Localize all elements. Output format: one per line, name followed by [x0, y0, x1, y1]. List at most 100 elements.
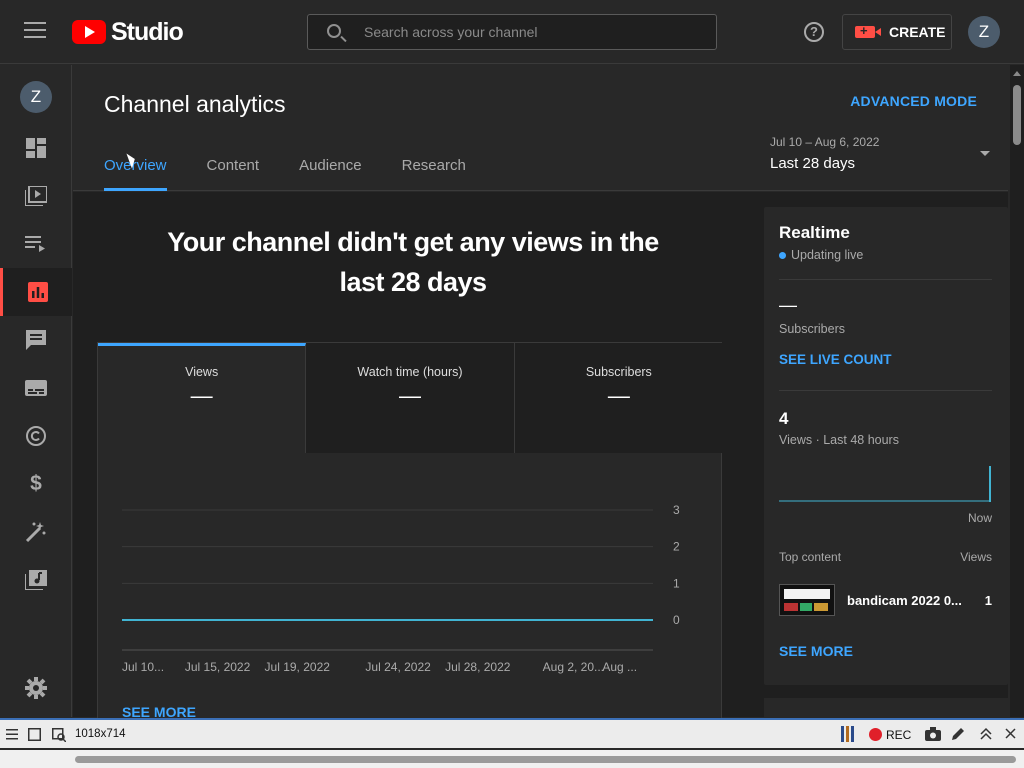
sidebar-item-customization[interactable] — [0, 508, 72, 556]
date-range-picker[interactable]: Jul 10 – Aug 6, 2022 Last 28 days — [770, 135, 990, 172]
metrics-card: Views — Watch time (hours) — Subscribers… — [97, 342, 723, 722]
x-tick-label: Jul 19, 2022 — [265, 660, 331, 674]
top-video-views: 1 — [984, 593, 992, 608]
see-live-count-button[interactable]: SEE LIVE COUNT — [779, 352, 892, 367]
subtitles-icon — [25, 380, 47, 396]
vertical-scrollbar[interactable] — [1010, 65, 1024, 717]
record-icon[interactable] — [869, 728, 882, 741]
overview-panel: Your channel didn't get any views in the… — [73, 192, 749, 722]
metric-label: Watch time (hours) — [357, 365, 463, 379]
recorder-toolbar: 1018x714 REC — [0, 718, 1024, 748]
x-tick-label: Jul 15, 2022 — [185, 660, 251, 674]
top-content-label: Top content — [779, 550, 842, 564]
sidebar-item-settings[interactable] — [0, 664, 72, 712]
views-line-chart: 3 2 1 0 Jul 10... Jul 15, 2022 Jul 19, 2022 Jul… — [122, 503, 680, 674]
realtime-card: Realtime Updating live — Subscribers SEE… — [764, 207, 1008, 685]
scrollbar-thumb[interactable] — [1013, 85, 1021, 145]
scroll-up-icon[interactable] — [1013, 71, 1021, 76]
playlists-icon — [25, 236, 45, 252]
record-label[interactable]: REC — [886, 728, 911, 742]
pencil-icon[interactable] — [951, 727, 965, 741]
analytics-tabs: Overview Content Audience Research — [104, 157, 506, 191]
mini-chart-bar — [989, 466, 991, 502]
page-title: Channel analytics — [104, 91, 286, 117]
metric-tab-watch-time[interactable]: Watch time (hours) — — [306, 343, 515, 453]
divider — [779, 390, 992, 391]
studio-logo[interactable]: Studio — [72, 17, 184, 46]
divider — [779, 279, 992, 280]
x-tick-label: Jul 24, 2022 — [365, 660, 431, 674]
sidebar-item-analytics[interactable] — [0, 268, 72, 316]
dropdown-arrow-icon — [980, 151, 990, 156]
metric-label: Subscribers — [585, 365, 652, 379]
tab-content[interactable]: Content — [207, 157, 260, 191]
close-icon[interactable] — [1005, 728, 1016, 739]
next-card — [764, 698, 1008, 718]
content-icon — [25, 186, 47, 206]
menu-icon[interactable] — [24, 22, 46, 40]
y-tick-label: 2 — [673, 540, 680, 554]
headline-line-2: last 28 days — [339, 267, 487, 297]
analytics-header: Channel analytics ADVANCED MODE Overview… — [73, 65, 1008, 191]
metric-tab-subscribers[interactable]: Subscribers — — [514, 343, 723, 453]
sidebar: Z $ — [0, 65, 72, 717]
top-video-title[interactable]: bandicam 2022 0... — [847, 593, 962, 608]
top-content-views-header: Views — [960, 550, 992, 564]
help-icon[interactable]: ? — [804, 22, 824, 42]
sidebar-item-earn[interactable]: $ — [0, 460, 72, 508]
metric-label: Views — [185, 365, 219, 379]
realtime-status-text: Updating live — [791, 248, 864, 262]
create-video-icon — [855, 23, 881, 38]
sidebar-item-playlists[interactable] — [0, 220, 72, 268]
tab-research[interactable]: Research — [402, 157, 466, 191]
sidebar-item-comments[interactable] — [0, 316, 72, 364]
realtime-subscribers-label: Subscribers — [779, 322, 845, 336]
channel-avatar[interactable]: Z — [20, 81, 52, 113]
collapse-icon[interactable] — [980, 727, 992, 741]
sidebar-item-copyright[interactable] — [0, 412, 72, 460]
realtime-status: Updating live — [779, 248, 863, 262]
realtime-views-chart — [779, 466, 991, 502]
tab-audience[interactable]: Audience — [299, 157, 362, 191]
sidebar-item-audio-library[interactable] — [0, 556, 72, 604]
sidebar-item-subtitles[interactable] — [0, 364, 72, 412]
horizontal-scrollbar[interactable] — [0, 750, 1024, 768]
horizontal-scrollbar-thumb[interactable] — [75, 756, 1016, 763]
realtime-title: Realtime — [779, 223, 850, 242]
y-tick-label: 0 — [673, 613, 680, 627]
region-select-icon[interactable] — [52, 728, 66, 742]
brand-name: Studio — [111, 17, 184, 46]
earn-icon: $ — [30, 472, 42, 495]
fullscreen-icon[interactable] — [28, 728, 41, 741]
sidebar-item-content[interactable] — [0, 172, 72, 220]
youtube-logo-icon — [72, 20, 106, 44]
recorder-menu-icon[interactable] — [6, 729, 18, 740]
metric-value: — — [607, 383, 630, 408]
date-range-text: Jul 10 – Aug 6, 2022 — [770, 135, 880, 149]
top-bar: Studio ? CREATE Z — [0, 0, 1024, 64]
studio-app: Studio ? CREATE Z Z — [0, 0, 1024, 768]
x-tick-label: Jul 28, 2022 — [445, 660, 511, 674]
advanced-mode-button[interactable]: ADVANCED MODE — [850, 93, 977, 109]
analytics-icon — [27, 282, 48, 302]
create-label: CREATE — [889, 24, 946, 40]
screenshot-icon[interactable] — [925, 727, 941, 741]
audio-library-icon — [25, 570, 47, 590]
audio-level-icon — [841, 726, 854, 742]
copyright-icon — [26, 426, 46, 446]
views-chart: 3 2 1 0 Jul 10... Jul 15, 2022 Jul 19, 2022 Jul… — [98, 453, 723, 713]
sidebar-item-dashboard[interactable] — [0, 124, 72, 172]
metric-tab-views[interactable]: Views — — [98, 343, 307, 453]
account-avatar[interactable]: Z — [968, 16, 1000, 48]
create-button[interactable]: CREATE — [842, 14, 952, 50]
video-thumbnail[interactable] — [779, 584, 835, 616]
x-tick-label: Aug ... — [602, 660, 637, 674]
realtime-see-more-button[interactable]: SEE MORE — [779, 643, 853, 659]
realtime-views-label: Views · Last 48 hours — [779, 433, 899, 447]
comments-icon — [26, 330, 46, 350]
search-box[interactable] — [307, 14, 717, 50]
date-period-text: Last 28 days — [770, 155, 856, 172]
search-input[interactable] — [364, 15, 704, 49]
customization-icon — [25, 522, 46, 543]
now-label: Now — [967, 511, 992, 525]
